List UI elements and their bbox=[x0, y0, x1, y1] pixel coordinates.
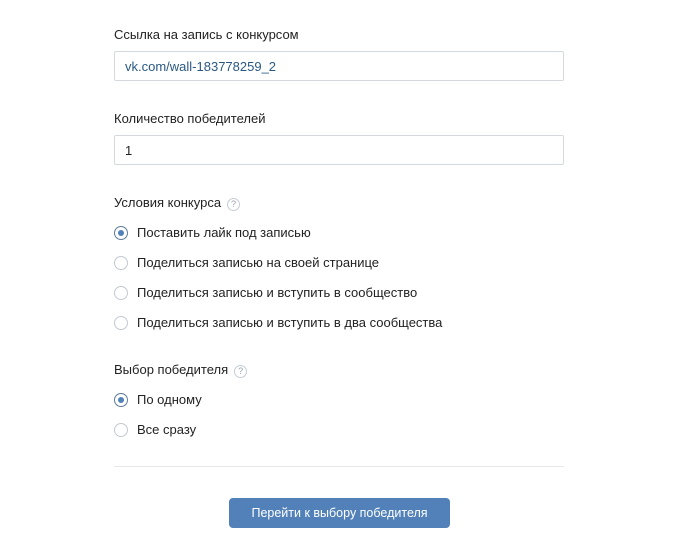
winner-choice-option-all[interactable]: Все сразу bbox=[114, 421, 196, 439]
contest-settings-form: Ссылка на запись с конкурсом Количество … bbox=[0, 0, 677, 547]
radio-unselected-icon[interactable] bbox=[114, 423, 128, 437]
radio-unselected-icon[interactable] bbox=[114, 286, 128, 300]
condition-option-share-join[interactable]: Поделиться записью и вступить в сообщест… bbox=[114, 284, 417, 302]
winner-choice-help-icon[interactable]: ? bbox=[234, 365, 248, 378]
winner-choice-heading-text: Выбор победителя bbox=[114, 362, 229, 377]
link-field-label: Ссылка на запись с конкурсом bbox=[114, 27, 299, 42]
condition-option-label: Поделиться записью на своей странице bbox=[137, 255, 380, 270]
condition-option-label: Поставить лайк под записью bbox=[137, 225, 311, 240]
winners-count-label: Количество победителей bbox=[114, 111, 266, 126]
form-divider bbox=[114, 466, 564, 467]
radio-unselected-icon[interactable] bbox=[114, 316, 128, 330]
winner-choice-option-label: По одному bbox=[137, 392, 202, 407]
radio-unselected-icon[interactable] bbox=[114, 256, 128, 270]
condition-option-label: Поделиться записью и вступить в сообщест… bbox=[137, 285, 418, 300]
go-to-winner-selection-button[interactable]: Перейти к выбору победителя bbox=[229, 498, 450, 528]
condition-option-share[interactable]: Поделиться записью на своей странице bbox=[114, 254, 379, 272]
condition-option-like[interactable]: Поставить лайк под записью bbox=[114, 224, 311, 242]
conditions-heading: Условия конкурса? bbox=[114, 195, 241, 211]
conditions-help-icon[interactable]: ? bbox=[227, 198, 241, 211]
winners-count-input[interactable] bbox=[114, 135, 564, 165]
winner-choice-option-one[interactable]: По одному bbox=[114, 391, 202, 409]
winner-choice-option-label: Все сразу bbox=[137, 422, 197, 437]
condition-option-label: Поделиться записью и вступить в два сооб… bbox=[137, 315, 443, 330]
winner-choice-heading: Выбор победителя? bbox=[114, 362, 248, 378]
radio-selected-icon[interactable] bbox=[114, 393, 128, 407]
conditions-heading-text: Условия конкурса bbox=[114, 195, 222, 210]
post-link-input[interactable] bbox=[114, 51, 564, 81]
condition-option-share-join-two[interactable]: Поделиться записью и вступить в два сооб… bbox=[114, 314, 442, 332]
radio-selected-icon[interactable] bbox=[114, 226, 128, 240]
